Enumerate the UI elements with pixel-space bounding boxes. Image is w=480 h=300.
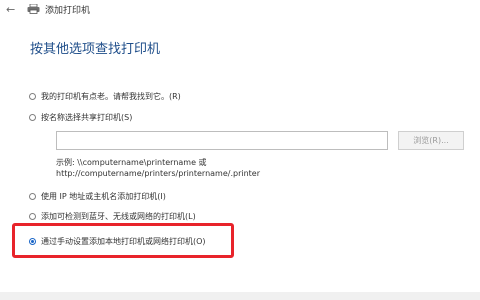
option-shared-by-name-label: 按名称选择共享打印机(S) xyxy=(41,113,133,122)
browse-button[interactable]: 浏览(R)... xyxy=(398,131,464,150)
window-title: 添加打印机 xyxy=(45,6,91,16)
example-line-2: http://computername/printers/printername… xyxy=(56,169,261,178)
option-bluetooth-wireless[interactable]: 添加可检测到蓝牙、无线或网络的打印机(L) xyxy=(29,211,196,222)
option-shared-by-name[interactable]: 按名称选择共享打印机(S) xyxy=(29,112,132,123)
highlight-annotation-box xyxy=(12,223,234,258)
back-arrow-icon[interactable]: ← xyxy=(6,4,16,16)
option-bluetooth-wireless-label: 添加可检测到蓝牙、无线或网络的打印机(L) xyxy=(41,212,196,221)
page-title: 按其他选项查找打印机 xyxy=(30,42,161,57)
bottom-bar xyxy=(0,292,480,300)
option-old-printer-label: 我的打印机有点老。请帮我找到它。(R) xyxy=(41,92,181,101)
radio-shared-by-name[interactable] xyxy=(29,114,36,121)
printer-icon xyxy=(27,4,40,14)
option-ip-hostname-label: 使用 IP 地址或主机名添加打印机(I) xyxy=(41,192,166,201)
option-ip-hostname[interactable]: 使用 IP 地址或主机名添加打印机(I) xyxy=(29,191,166,202)
radio-bluetooth-wireless[interactable] xyxy=(29,213,36,220)
shared-printer-name-input[interactable] xyxy=(56,131,388,150)
radio-ip-hostname[interactable] xyxy=(29,193,36,200)
add-printer-window: ← 添加打印机 按其他选项查找打印机 我的打印机有点老。请帮我找到它。(R) 按… xyxy=(0,0,480,300)
titlebar: ← 添加打印机 xyxy=(0,0,480,20)
radio-old-printer[interactable] xyxy=(29,93,36,100)
example-line-1: 示例: \\computername\printername 或 xyxy=(56,158,207,167)
option-old-printer[interactable]: 我的打印机有点老。请帮我找到它。(R) xyxy=(29,91,181,102)
